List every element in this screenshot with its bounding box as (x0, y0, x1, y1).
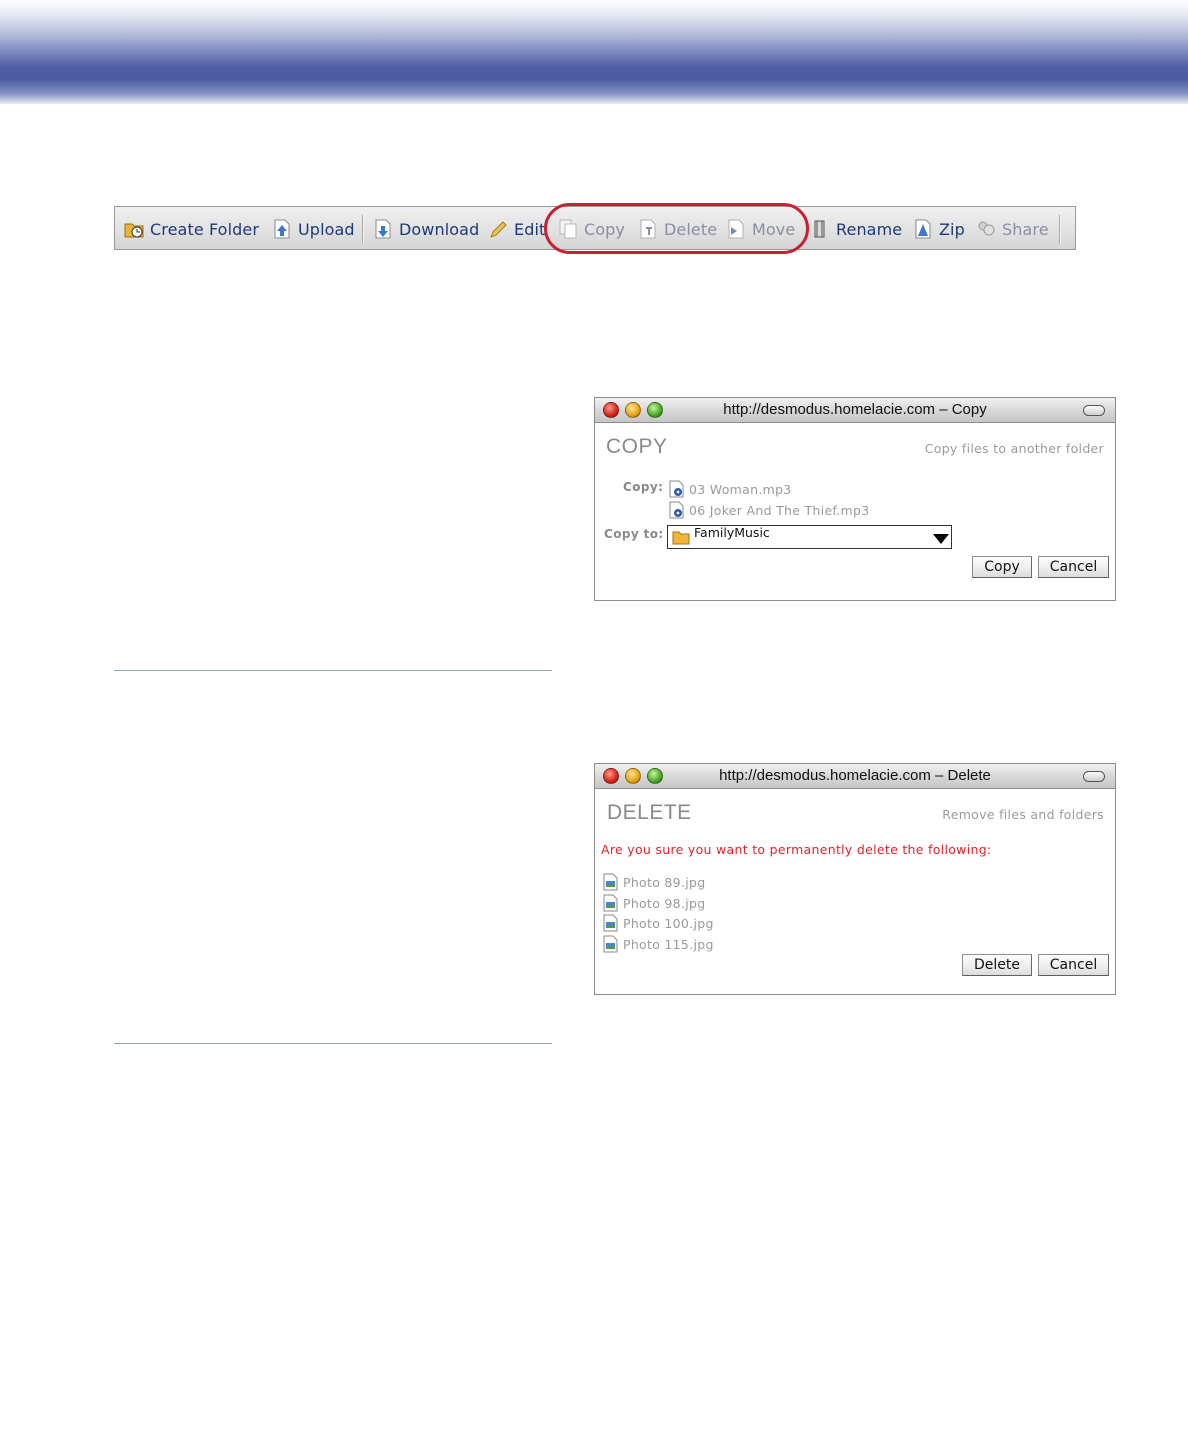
file-name: 03 Woman.mp3 (689, 481, 792, 497)
destination-select[interactable]: FamilyMusic (667, 525, 952, 549)
copy-dialog-titlebar: http://desmodus.homelacie.com – Copy (595, 398, 1115, 423)
list-item: 03 Woman.mp3 (669, 480, 792, 498)
window-title: http://desmodus.homelacie.com – Copy (723, 401, 987, 418)
copy-label: Copy: (623, 480, 664, 494)
list-item: Photo 98.jpg (603, 894, 705, 912)
divider (114, 1043, 552, 1044)
toolbar-separator (1059, 215, 1061, 243)
dialog-heading: DELETE (607, 801, 692, 824)
create-folder-icon (123, 218, 145, 240)
toolbar-toggle-icon[interactable] (1083, 405, 1105, 416)
delete-button[interactable]: Delete (637, 217, 717, 241)
edit-button[interactable]: Edit (487, 217, 545, 241)
create-folder-button[interactable]: Create Folder (123, 217, 259, 241)
download-icon (372, 218, 394, 240)
file-name: Photo 115.jpg (623, 936, 714, 952)
dialog-heading: COPY (606, 435, 668, 458)
list-item: Photo 89.jpg (603, 873, 705, 891)
copy-to-label: Copy to: (604, 527, 664, 541)
upload-button[interactable]: Upload (271, 217, 355, 241)
list-item: 06 Joker And The Thief.mp3 (669, 501, 869, 519)
folder-icon (672, 529, 690, 545)
rename-button[interactable]: Rename (809, 217, 902, 241)
copy-icon (557, 218, 579, 240)
list-item: Photo 115.jpg (603, 935, 714, 953)
share-button[interactable]: Share (975, 217, 1049, 241)
delete-dialog-titlebar: http://desmodus.homelacie.com – Delete (595, 764, 1115, 789)
image-file-icon (603, 914, 619, 932)
cancel-button[interactable]: Cancel (1038, 556, 1109, 578)
file-toolbar: Create Folder Upload Download Edit Copy … (114, 206, 1076, 250)
audio-file-icon (669, 501, 685, 519)
copy-button[interactable]: Copy (557, 217, 625, 241)
header-band (0, 0, 1188, 104)
file-name: Photo 89.jpg (623, 874, 706, 890)
toolbar-toggle-icon[interactable] (1083, 771, 1105, 782)
share-icon (975, 218, 997, 240)
rename-icon (809, 218, 831, 240)
zip-icon (912, 218, 934, 240)
file-name: Photo 100.jpg (623, 915, 714, 931)
file-name: Photo 98.jpg (623, 895, 706, 911)
zip-button[interactable]: Zip (912, 217, 965, 241)
image-file-icon (603, 873, 619, 891)
upload-icon (271, 218, 293, 240)
selected-folder: FamilyMusic (694, 524, 770, 540)
dialog-subtitle: Remove files and folders (942, 807, 1104, 822)
divider (114, 670, 552, 671)
image-file-icon (603, 894, 619, 912)
toolbar-separator (362, 215, 364, 243)
download-button[interactable]: Download (372, 217, 479, 241)
dialog-subtitle: Copy files to another folder (924, 441, 1104, 456)
delete-dialog-window: http://desmodus.homelacie.com – Delete D… (594, 763, 1116, 995)
delete-icon (637, 218, 659, 240)
move-button[interactable]: Move (725, 217, 795, 241)
cancel-button[interactable]: Cancel (1038, 954, 1109, 976)
pencil-icon (487, 218, 509, 240)
file-name: 06 Joker And The Thief.mp3 (689, 502, 870, 518)
delete-warning: Are you sure you want to permanently del… (601, 842, 992, 857)
image-file-icon (603, 935, 619, 953)
delete-confirm-button[interactable]: Delete (962, 954, 1032, 976)
window-title: http://desmodus.homelacie.com – Delete (719, 767, 991, 784)
move-icon (725, 218, 747, 240)
chevron-down-icon (933, 532, 949, 544)
audio-file-icon (669, 480, 685, 498)
list-item: Photo 100.jpg (603, 914, 714, 932)
copy-confirm-button[interactable]: Copy (972, 556, 1032, 578)
copy-dialog-window: http://desmodus.homelacie.com – Copy COP… (594, 397, 1116, 601)
